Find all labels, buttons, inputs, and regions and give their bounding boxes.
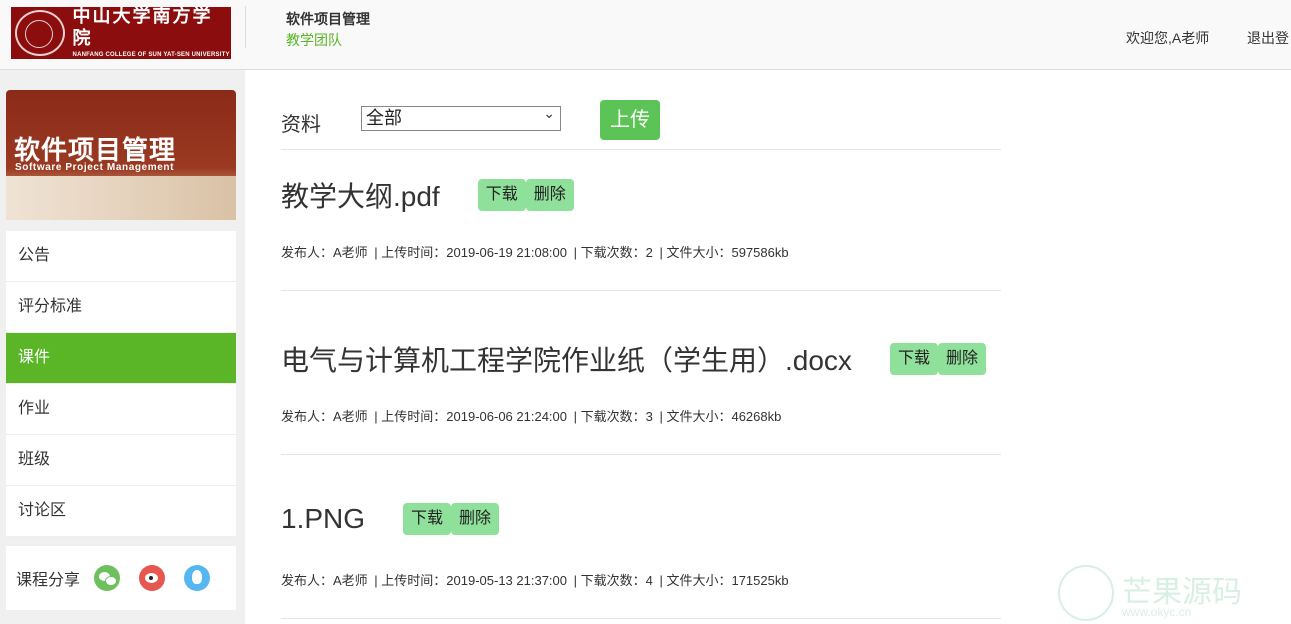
file-metadata: 发布人：A老师 | 上传时间：2019-06-19 21:08:00 | 下载次… [281,242,792,261]
banner-subtitle: Software Project Management [15,162,175,173]
top-header: 中山大学南方学院 NANFANG COLLEGE OF SUN YAT-SEN … [0,0,1291,70]
materials-toolbar: 资料 全部 上传 [281,100,1001,150]
file-item: 1.PNG 下载 删除 发布人：A老师 | 上传时间：2019-05-13 21… [281,479,1001,619]
sidebar-item-announcements[interactable]: 公告 [6,231,236,282]
course-banner: 软件项目管理 Software Project Management [6,90,236,220]
file-upload-time: | 上传时间：2019-06-06 21:24:00 [374,409,567,424]
category-select[interactable]: 全部 [361,102,561,131]
file-metadata: 发布人：A老师 | 上传时间：2019-06-06 21:24:00 | 下载次… [281,406,784,425]
file-size: | 文件大小：597586kb [659,245,789,260]
file-size: | 文件大小：171525kb [659,573,789,588]
welcome-text: 欢迎您,A老师 [1126,30,1210,46]
sidebar-item-homework[interactable]: 作业 [6,384,236,435]
download-button[interactable]: 下载 [889,343,938,375]
file-size: | 文件大小：46268kb [659,409,782,424]
file-publisher: 发布人：A老师 [281,409,368,424]
file-actions: 下载 删除 [889,343,986,375]
file-metadata: 发布人：A老师 | 上传时间：2019-05-13 21:37:00 | 下载次… [281,570,792,589]
sidebar-item-grading-criteria[interactable]: 评分标准 [6,282,236,333]
header-divider [245,6,246,48]
university-seal-icon [15,10,65,56]
delete-button[interactable]: 删除 [937,343,986,375]
teaching-team-link[interactable]: 教学团队 [286,30,342,50]
banner-background [6,176,236,220]
file-publisher: 发布人：A老师 [281,245,368,260]
sidebar-item-discussion[interactable]: 讨论区 [6,486,236,537]
file-name[interactable]: 电气与计算机工程学院作业纸（学生用）.docx [281,339,852,379]
sidebar-item-classes[interactable]: 班级 [6,435,236,486]
share-label: 课程分享 [16,572,81,589]
logo-english-name: NANFANG COLLEGE OF SUN YAT-SEN UNIVERSIT… [72,52,230,58]
upload-button[interactable]: 上传 [600,100,660,140]
file-actions: 下载 删除 [403,503,500,535]
weibo-icon[interactable] [139,565,166,591]
logout-link[interactable]: 退出登 [1247,28,1289,48]
qq-icon[interactable] [184,565,211,591]
watermark-logo-icon [1058,565,1114,621]
sidebar-menu: 公告 评分标准 课件 作业 班级 讨论区 [6,231,236,537]
file-download-count: | 下载次数：3 [573,409,653,424]
site-watermark: 芒果源码 www.okyc.cn [1058,565,1291,624]
file-upload-time: | 上传时间：2019-06-19 21:08:00 [374,245,567,260]
delete-button[interactable]: 删除 [525,179,574,211]
file-actions: 下载 删除 [477,179,574,211]
course-share: 课程分享 [6,546,236,610]
file-download-count: | 下载次数：2 [573,245,653,260]
file-upload-time: | 上传时间：2019-05-13 21:37:00 [374,573,567,588]
delete-button[interactable]: 删除 [451,503,500,535]
course-title: 软件项目管理 [286,11,370,27]
sidebar-item-courseware[interactable]: 课件 [6,333,236,384]
file-name[interactable]: 1.PNG [281,503,365,535]
file-download-count: | 下载次数：4 [573,573,653,588]
download-button[interactable]: 下载 [403,503,452,535]
file-publisher: 发布人：A老师 [281,573,368,588]
watermark-url: www.okyc.cn [1122,605,1192,619]
university-logo[interactable]: 中山大学南方学院 NANFANG COLLEGE OF SUN YAT-SEN … [11,6,231,59]
file-name[interactable]: 教学大纲.pdf [281,175,440,215]
sidebar: 软件项目管理 Software Project Management 公告 评分… [0,70,245,624]
wechat-icon[interactable] [94,565,121,591]
download-button[interactable]: 下载 [477,179,526,211]
file-item: 教学大纲.pdf 下载 删除 发布人：A老师 | 上传时间：2019-06-19… [281,151,1001,291]
materials-label: 资料 [281,114,321,136]
logo-chinese-name: 中山大学南方学院 [72,6,213,49]
file-item: 电气与计算机工程学院作业纸（学生用）.docx 下载 删除 发布人：A老师 | … [281,315,1001,455]
